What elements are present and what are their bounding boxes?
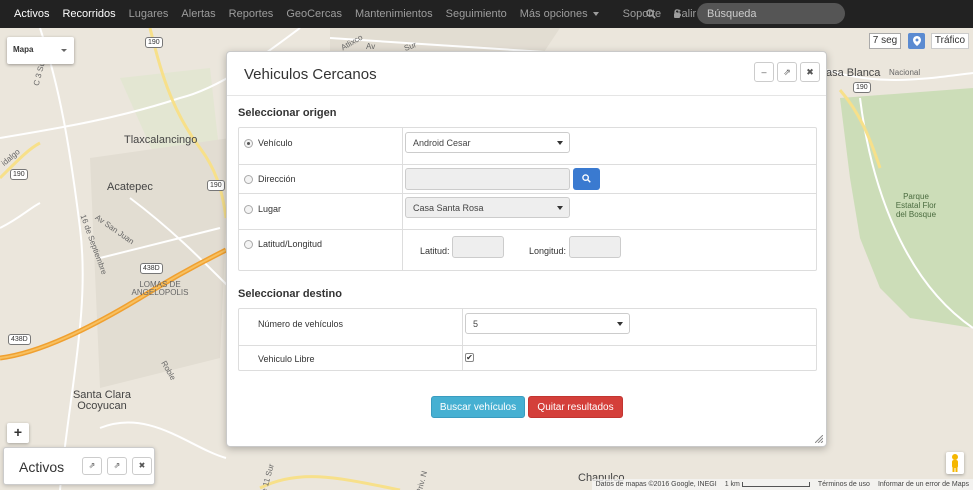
modal-header-divider bbox=[227, 95, 826, 96]
origin-radio-direccion[interactable] bbox=[244, 175, 253, 184]
latitude-input[interactable] bbox=[452, 236, 504, 258]
zoom-in-button[interactable]: + bbox=[7, 423, 29, 443]
modal-title: Vehiculos Cercanos bbox=[244, 66, 377, 83]
search-icon[interactable] bbox=[646, 8, 656, 22]
resize-handle-icon[interactable] bbox=[815, 435, 823, 443]
map-label-nacional: Nacional bbox=[889, 68, 921, 77]
longitude-input[interactable] bbox=[569, 236, 621, 258]
highway-shield: 190 bbox=[10, 169, 28, 180]
chevron-down-icon bbox=[592, 12, 599, 17]
origin-row-latlng: Latitud/Longitud Latitud: Longitud: bbox=[239, 230, 816, 270]
chevron-down-icon bbox=[61, 49, 67, 52]
origin-row-vehiculo: Vehículo Android Cesar bbox=[239, 128, 816, 165]
vehicle-select-value: Android Cesar bbox=[413, 138, 471, 148]
nav-item-seguimiento[interactable]: Seguimiento bbox=[446, 8, 507, 20]
map-label-lomas: LOMAS DE ANGELOPOLIS bbox=[131, 280, 189, 297]
map-label-tlaxcalancingo: Tlaxcalancingo bbox=[124, 134, 198, 146]
origin-section-title: Seleccionar origen bbox=[238, 107, 337, 119]
origin-radio-latlng[interactable] bbox=[244, 240, 253, 249]
refresh-interval-button[interactable]: 7 seg bbox=[869, 33, 901, 49]
highway-shield: 438D bbox=[8, 334, 31, 345]
map-label-acatepec: Acatepec bbox=[107, 181, 153, 193]
minimize-button[interactable]: – bbox=[754, 62, 774, 82]
num-vehicles-value: 5 bbox=[473, 319, 479, 329]
close-icon[interactable]: ✖ bbox=[132, 457, 152, 475]
nav-item-geocercas[interactable]: GeoCercas bbox=[286, 8, 342, 20]
highway-shield: 190 bbox=[145, 37, 163, 48]
nav-item-mas-opciones[interactable]: Más opciones bbox=[520, 8, 599, 20]
place-select-value: Casa Santa Rosa bbox=[413, 203, 484, 213]
map-footer: Datos de mapas ©2016 Google, INEGI 1 km … bbox=[591, 479, 973, 490]
clear-results-button[interactable]: Quitar resultados bbox=[528, 396, 623, 418]
close-button[interactable]: ✖ bbox=[800, 62, 820, 82]
destination-table: Número de vehículos 5 Vehiculo Libre ✔ bbox=[238, 308, 817, 371]
search-icon bbox=[582, 174, 591, 183]
activos-panel-title: Activos bbox=[19, 459, 65, 475]
origin-radio-vehiculo[interactable] bbox=[244, 139, 253, 148]
map-data-attribution: Datos de mapas ©2016 Google, INEGI bbox=[595, 481, 717, 488]
search-input[interactable] bbox=[697, 3, 845, 24]
nav-item-activos[interactable]: Activos bbox=[14, 8, 49, 20]
top-navbar: Activos Recorridos Lugares Alertas Repor… bbox=[0, 0, 973, 28]
terms-link[interactable]: Términos de uso bbox=[818, 481, 870, 488]
latitude-label: Latitud: bbox=[420, 246, 450, 256]
external-link-icon[interactable]: ⇗ bbox=[82, 457, 102, 475]
map-label-casa-blanca: asa Blanca bbox=[826, 67, 881, 79]
origin-label-vehiculo: Vehículo bbox=[258, 138, 293, 148]
address-search-button[interactable] bbox=[573, 168, 600, 190]
destination-row-num: Número de vehículos 5 bbox=[239, 309, 816, 346]
origin-label-latlng: Latitud/Longitud bbox=[258, 239, 323, 249]
map-scale: 1 km bbox=[725, 481, 810, 488]
highway-shield: 190 bbox=[853, 82, 871, 93]
nav-item-mantenimientos[interactable]: Mantenimientos bbox=[355, 8, 433, 20]
free-vehicle-label: Vehiculo Libre bbox=[258, 354, 315, 364]
map-marker-icon[interactable] bbox=[908, 33, 925, 49]
destination-section-title: Seleccionar destino bbox=[238, 288, 342, 300]
map-type-select[interactable]: Mapa bbox=[7, 37, 74, 64]
map-type-label: Mapa bbox=[13, 45, 34, 54]
nav-item-mas-opciones-label: Más opciones bbox=[519, 8, 588, 20]
origin-label-direccion: Dirección bbox=[258, 174, 296, 184]
lock-icon[interactable] bbox=[673, 8, 681, 22]
vehicle-select[interactable]: Android Cesar bbox=[405, 132, 570, 153]
vehiculos-cercanos-modal: Vehiculos Cercanos – ⇗ ✖ Seleccionar ori… bbox=[226, 51, 827, 447]
origin-radio-lugar[interactable] bbox=[244, 205, 253, 214]
nav-item-lugares[interactable]: Lugares bbox=[129, 8, 169, 20]
nav-item-reportes[interactable]: Reportes bbox=[229, 8, 274, 20]
highway-shield: 438D bbox=[140, 263, 163, 274]
chevron-down-icon bbox=[557, 141, 563, 145]
map-label-av: Av bbox=[366, 42, 376, 51]
address-input[interactable] bbox=[405, 168, 570, 190]
search-vehicles-button[interactable]: Buscar vehículos bbox=[431, 396, 525, 418]
free-vehicle-checkbox[interactable]: ✔ bbox=[465, 353, 474, 362]
num-vehicles-select[interactable]: 5 bbox=[465, 313, 630, 334]
destination-row-free: Vehiculo Libre ✔ bbox=[239, 346, 816, 371]
num-vehicles-label: Número de vehículos bbox=[258, 319, 344, 329]
origin-row-lugar: Lugar Casa Santa Rosa bbox=[239, 194, 816, 230]
chevron-down-icon bbox=[617, 322, 623, 326]
activos-panel: Activos ⇗ ⇗ ✖ bbox=[3, 447, 155, 485]
origin-label-lugar: Lugar bbox=[258, 204, 282, 214]
external-link-icon[interactable]: ⇗ bbox=[107, 457, 127, 475]
street-view-icon[interactable] bbox=[946, 452, 964, 474]
place-select[interactable]: Casa Santa Rosa bbox=[405, 197, 570, 218]
popout-button[interactable]: ⇗ bbox=[777, 62, 797, 82]
map-label-parque: Parque Estatal Flor del Bosque bbox=[895, 192, 937, 219]
traffic-button[interactable]: Tráfico bbox=[931, 33, 969, 49]
origin-table: Vehículo Android Cesar Dirección Lugar C… bbox=[238, 127, 817, 271]
report-error-link[interactable]: Informar de un error de Maps bbox=[878, 481, 969, 488]
longitude-label: Longitud: bbox=[529, 246, 567, 256]
map-label-santa-clara: Santa Clara Ocoyucan bbox=[72, 389, 132, 412]
origin-row-direccion: Dirección bbox=[239, 165, 816, 194]
nav-item-recorridos[interactable]: Recorridos bbox=[62, 8, 115, 20]
highway-shield: 190 bbox=[207, 180, 225, 191]
chevron-down-icon bbox=[557, 206, 563, 210]
nav-item-alertas[interactable]: Alertas bbox=[181, 8, 215, 20]
